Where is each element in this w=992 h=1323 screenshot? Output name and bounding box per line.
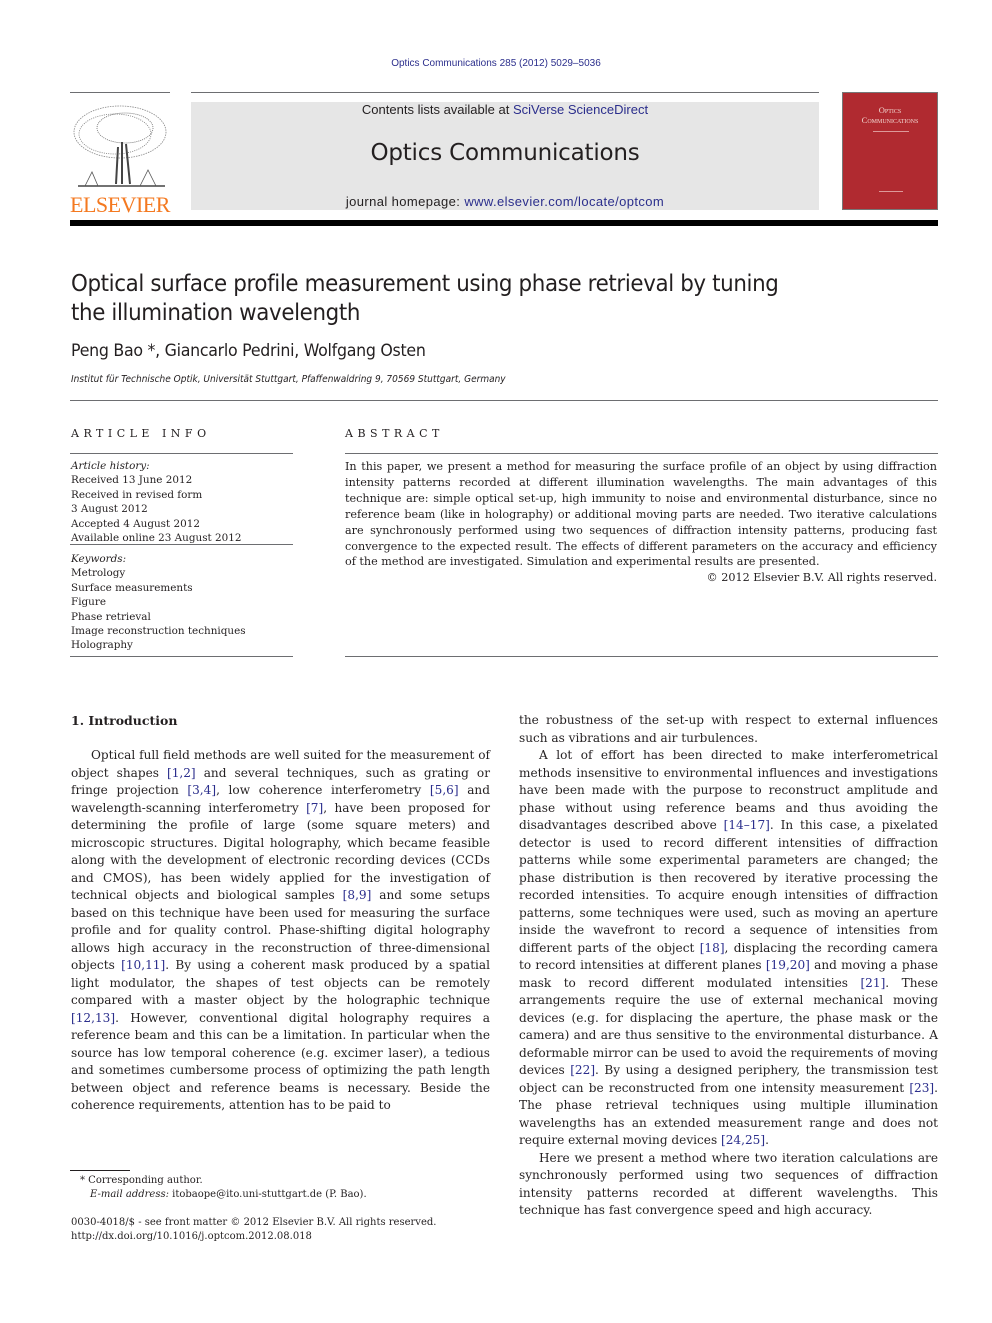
keywords-rule [70, 656, 293, 657]
reference-link[interactable]: [18] [700, 941, 725, 955]
elsevier-wordmark: ELSEVIER [70, 192, 170, 217]
paragraph: Optical full field methods are well suit… [71, 748, 490, 1112]
email-address[interactable]: itobaope@ito.uni-stuttgart.de (P. Bao). [169, 1189, 366, 1200]
tree-icon [73, 105, 167, 187]
corresponding-author-note: * Corresponding author. [80, 1175, 203, 1186]
keyword-item: Holography [71, 639, 133, 652]
reference-link[interactable]: [8,9] [343, 888, 372, 902]
keyword-item: Image reconstruction techniques [71, 625, 246, 638]
journal-citation[interactable]: Optics Communications 285 (2012) 5029–50… [0, 58, 992, 69]
homepage-line: journal homepage: www.elsevier.com/locat… [191, 194, 819, 209]
reference-link[interactable]: [19,20] [766, 958, 810, 972]
paragraph: Here we present a method where two itera… [519, 1150, 938, 1218]
reference-link[interactable]: [1,2] [167, 766, 196, 780]
homepage-prefix: journal homepage: [345, 194, 465, 209]
article-title: Optical surface profile measurement usin… [71, 271, 779, 326]
doi-link[interactable]: http://dx.doi.org/10.1016/j.optcom.2012.… [71, 1230, 312, 1244]
issn-line: 0030-4018/$ - see front matter © 2012 El… [71, 1217, 437, 1228]
homepage-link[interactable]: www.elsevier.com/locate/optcom [464, 194, 664, 209]
article-history: Article history: Received 13 June 2012 R… [71, 459, 293, 545]
reference-link[interactable]: [24,25] [721, 1133, 765, 1147]
abstract-rule [345, 453, 938, 454]
reference-link[interactable]: [14–17] [724, 818, 770, 832]
history-item: 3 August 2012 [71, 503, 148, 516]
reference-link[interactable]: [22] [570, 1063, 595, 1077]
abstract-text: In this paper, we present a method for m… [345, 460, 937, 569]
cover-title-line2: Communications [861, 115, 919, 125]
history-item: Accepted 4 August 2012 [71, 517, 200, 530]
cover-title: Optics Communications [843, 105, 937, 125]
reference-link[interactable]: [3,4] [187, 783, 216, 797]
section-heading-introduction: 1. Introduction [71, 713, 178, 728]
contents-prefix: Contents lists available at [361, 102, 513, 117]
abstract-bottom-rule [345, 656, 938, 657]
header-rule [191, 92, 819, 93]
contents-line: Contents lists available at SciVerse Sci… [191, 102, 819, 117]
article-info-rule [70, 453, 293, 454]
author-list: Peng Bao *, Giancarlo Pedrini, Wolfgang … [71, 341, 426, 361]
email-label: E-mail address: [90, 1189, 169, 1200]
cover-footer-bar [879, 191, 903, 192]
abstract-body: In this paper, we present a method for m… [345, 459, 937, 586]
reference-link[interactable]: [5,6] [430, 783, 459, 797]
history-item: Received 13 June 2012 [71, 474, 193, 487]
affiliation: Institut für Technische Optik, Universit… [71, 374, 506, 385]
journal-cover[interactable]: Optics Communications [842, 92, 938, 210]
history-item: Received in revised form [71, 488, 203, 501]
cover-subtitle-bar [873, 131, 909, 132]
reference-link[interactable]: [12,13] [71, 1011, 115, 1025]
keywords: Keywords: Metrology Surface measurements… [71, 552, 293, 653]
paragraph: the robustness of the set-up with respec… [519, 713, 938, 745]
reference-link[interactable]: [21] [860, 976, 885, 990]
history-label: Article history: [71, 460, 150, 472]
body-column-right: the robustness of the set-up with respec… [519, 712, 938, 1220]
keywords-label: Keywords: [71, 553, 127, 565]
keyword-item: Surface measurements [71, 581, 193, 594]
header-rule-left [70, 92, 170, 93]
title-rule [70, 400, 938, 401]
sciencedirect-link[interactable]: SciVerse ScienceDirect [513, 102, 648, 117]
reference-link[interactable]: [7] [306, 801, 323, 815]
keyword-item: Phase retrieval [71, 610, 151, 623]
article-info-heading: ARTICLE INFO [71, 427, 211, 440]
paragraph: A lot of effort has been directed to mak… [519, 748, 938, 1147]
journal-banner: Contents lists available at SciVerse Sci… [191, 102, 819, 210]
reference-link[interactable]: [10,11] [121, 958, 165, 972]
header-thick-rule [70, 220, 938, 226]
journal-title: Optics Communications [370, 140, 640, 166]
footnote-rule [70, 1170, 130, 1171]
elsevier-logo[interactable]: ELSEVIER [70, 102, 170, 217]
abstract-copyright: © 2012 Elsevier B.V. All rights reserved… [706, 571, 937, 585]
keyword-item: Figure [71, 596, 106, 609]
reference-link[interactable]: [23] [909, 1081, 934, 1095]
email-note: E-mail address: itobaope@ito.uni-stuttga… [90, 1188, 367, 1202]
abstract-heading: ABSTRACT [345, 427, 444, 440]
cover-title-line1: Optics [878, 105, 902, 115]
keyword-item: Metrology [71, 567, 126, 580]
history-rule [70, 544, 293, 545]
body-column-left: Optical full field methods are well suit… [71, 747, 490, 1115]
